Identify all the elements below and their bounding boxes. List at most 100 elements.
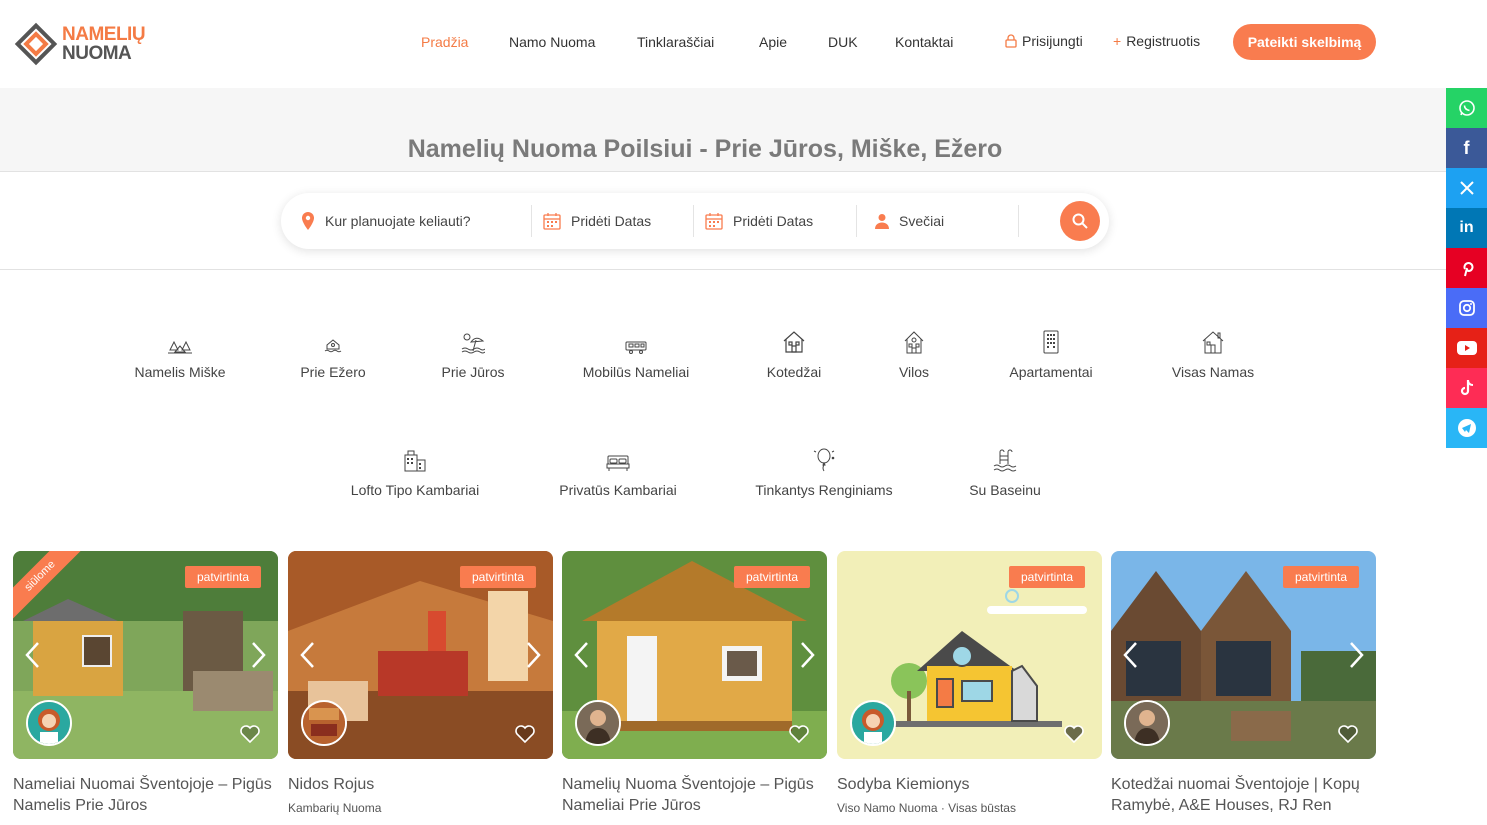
mobile-home-icon <box>625 341 647 354</box>
register-link[interactable]: + Registruotis <box>1113 33 1200 49</box>
category-vilos[interactable]: Vilos <box>834 328 994 380</box>
category-su-baseinu[interactable]: Su Baseinu <box>925 446 1085 498</box>
listing-card[interactable]: patvirtinta Kotedžai nuomai Šventojoje |… <box>1111 551 1376 822</box>
prev-arrow-icon[interactable] <box>23 641 43 669</box>
category-prie-ezero[interactable]: Prie Ežero <box>253 328 413 380</box>
prev-arrow-icon[interactable] <box>298 641 318 669</box>
site-logo[interactable]: NAMELIŲ NUOMA <box>14 22 146 66</box>
category-label: Vilos <box>898 364 930 380</box>
loft-icon <box>404 450 426 472</box>
verified-badge: patvirtinta <box>459 566 536 588</box>
nav-item-namo-nuoma[interactable]: Namo Nuoma <box>509 34 595 50</box>
avatar[interactable] <box>850 700 896 746</box>
prev-arrow-icon[interactable] <box>572 641 592 669</box>
x-twitter-icon[interactable] <box>1446 168 1487 208</box>
checkout-field[interactable]: Pridėti Datas <box>705 193 855 249</box>
category-label: Prie Jūros <box>441 364 505 380</box>
category-label: Apartamentai <box>1009 364 1093 380</box>
listing-card[interactable]: siūlome patvirtinta Nameliai Nuomai Šven… <box>13 551 278 822</box>
linkedin-icon[interactable]: in <box>1446 208 1487 248</box>
heart-icon[interactable] <box>1063 724 1085 744</box>
next-arrow-icon[interactable] <box>248 641 268 669</box>
nav-item-tinklarasciai[interactable]: Tinklaraščiai <box>637 34 714 50</box>
category-visas-namas[interactable]: Visas Namas <box>1133 328 1293 380</box>
diamond-logo-icon <box>14 22 58 66</box>
avatar[interactable] <box>1124 700 1170 746</box>
listing-title[interactable]: Sodyba Kiemionys <box>837 774 1102 795</box>
listing-card[interactable]: patvirtinta Sodyba Kiemionys Viso Namo N… <box>837 551 1102 815</box>
cottage-icon <box>783 331 805 353</box>
listing-card[interactable]: patvirtinta Nidos Rojus Kambarių Nuoma <box>288 551 553 815</box>
logo-line2: NUOMA <box>62 43 132 64</box>
nav-item-kontaktai[interactable]: Kontaktai <box>895 34 953 50</box>
category-prie-juros[interactable]: Prie Jūros <box>393 328 553 380</box>
checkin-label: Pridėti Datas <box>571 213 652 229</box>
nav-item-apie[interactable]: Apie <box>759 34 787 50</box>
avatar[interactable] <box>575 700 621 746</box>
next-arrow-icon[interactable] <box>523 641 543 669</box>
login-link[interactable]: Prisijungti <box>1005 33 1083 49</box>
category-lofto-tipo-kambariai[interactable]: Lofto Tipo Kambariai <box>335 446 495 498</box>
facebook-icon[interactable]: f <box>1446 128 1487 168</box>
listing-image[interactable]: patvirtinta <box>1111 551 1376 759</box>
listing-title[interactable]: Kotedžai nuomai Šventojoje | Kopų Ramybė… <box>1111 774 1376 816</box>
whatsapp-icon[interactable] <box>1446 88 1487 128</box>
listing-image[interactable]: patvirtinta <box>837 551 1102 759</box>
beach-icon <box>461 333 485 354</box>
heart-icon[interactable] <box>514 724 536 744</box>
next-arrow-icon[interactable] <box>797 641 817 669</box>
checkin-field[interactable]: Pridėti Datas <box>543 193 693 249</box>
category-privatus-kambariai[interactable]: Privatūs Kambariai <box>538 446 698 498</box>
category-tinkantys-renginiams[interactable]: Tinkantys Renginiams <box>744 446 904 498</box>
heart-icon[interactable] <box>1337 724 1359 744</box>
nav-item-pradzia[interactable]: Pradžia <box>421 34 468 50</box>
listing-title[interactable]: Namelių Nuoma Šventojoje – Pigūs Namelia… <box>562 774 827 816</box>
avatar[interactable] <box>26 700 72 746</box>
listing-image[interactable]: patvirtinta <box>562 551 827 759</box>
checkout-label: Pridėti Datas <box>733 213 814 229</box>
listing-title[interactable]: Nidos Rojus <box>288 774 553 795</box>
villa-icon <box>904 331 924 354</box>
category-namelis-miske[interactable]: Namelis Miške <box>100 328 260 380</box>
lake-house-icon <box>324 339 342 353</box>
forest-cabin-icon <box>168 340 192 354</box>
prev-arrow-icon[interactable] <box>1121 641 1141 669</box>
nav-item-duk[interactable]: DUK <box>828 34 858 50</box>
telegram-icon[interactable] <box>1446 408 1487 448</box>
register-label: Registruotis <box>1126 33 1201 49</box>
guests-field[interactable]: Svečiai <box>875 193 1015 249</box>
instagram-icon[interactable] <box>1446 288 1487 328</box>
submit-listing-button[interactable]: Pateikti skelbimą <box>1233 24 1376 60</box>
verified-badge: patvirtinta <box>1282 566 1359 588</box>
login-label: Prisijungti <box>1022 33 1083 49</box>
category-mobilus-nameliai[interactable]: Mobilūs Nameliai <box>556 328 716 380</box>
balloon-icon <box>813 448 835 472</box>
tiktok-icon[interactable] <box>1446 368 1487 408</box>
apartment-icon <box>1043 330 1059 354</box>
category-label: Visas Namas <box>1171 364 1255 380</box>
calendar-icon <box>705 213 723 230</box>
avatar[interactable] <box>301 700 347 746</box>
listing-image[interactable]: patvirtinta <box>288 551 553 759</box>
logo-line1: NAMELIŲ <box>62 24 146 45</box>
verified-badge: patvirtinta <box>184 566 261 588</box>
category-apartamentai[interactable]: Apartamentai <box>971 328 1131 380</box>
bed-icon <box>606 455 630 471</box>
search-button[interactable] <box>1060 201 1100 241</box>
heart-icon[interactable] <box>788 724 810 744</box>
listing-subtitle: Kambarių Nuoma <box>288 801 382 815</box>
pinterest-icon[interactable] <box>1446 248 1487 288</box>
listing-title[interactable]: Nameliai Nuomai Šventojoje – Pigūs Namel… <box>13 774 278 816</box>
site-header: NAMELIŲ NUOMA Pradžia Namo Nuoma Tinklar… <box>0 0 1487 88</box>
youtube-icon[interactable] <box>1446 328 1487 368</box>
listing-subtitle: Viso Namo Nuoma · Visas būstas <box>837 801 1016 815</box>
listing-card[interactable]: patvirtinta Namelių Nuoma Šventojoje – P… <box>562 551 827 822</box>
heart-icon[interactable] <box>239 724 261 744</box>
category-label: Prie Ežero <box>300 364 366 380</box>
pool-icon <box>993 449 1017 472</box>
next-arrow-icon[interactable] <box>1346 641 1366 669</box>
category-label: Mobilūs Nameliai <box>582 364 690 380</box>
location-field[interactable]: Kur planuojate keliauti? <box>301 193 529 249</box>
category-label: Lofto Tipo Kambariai <box>350 482 480 498</box>
listing-image[interactable]: siūlome patvirtinta <box>13 551 278 759</box>
